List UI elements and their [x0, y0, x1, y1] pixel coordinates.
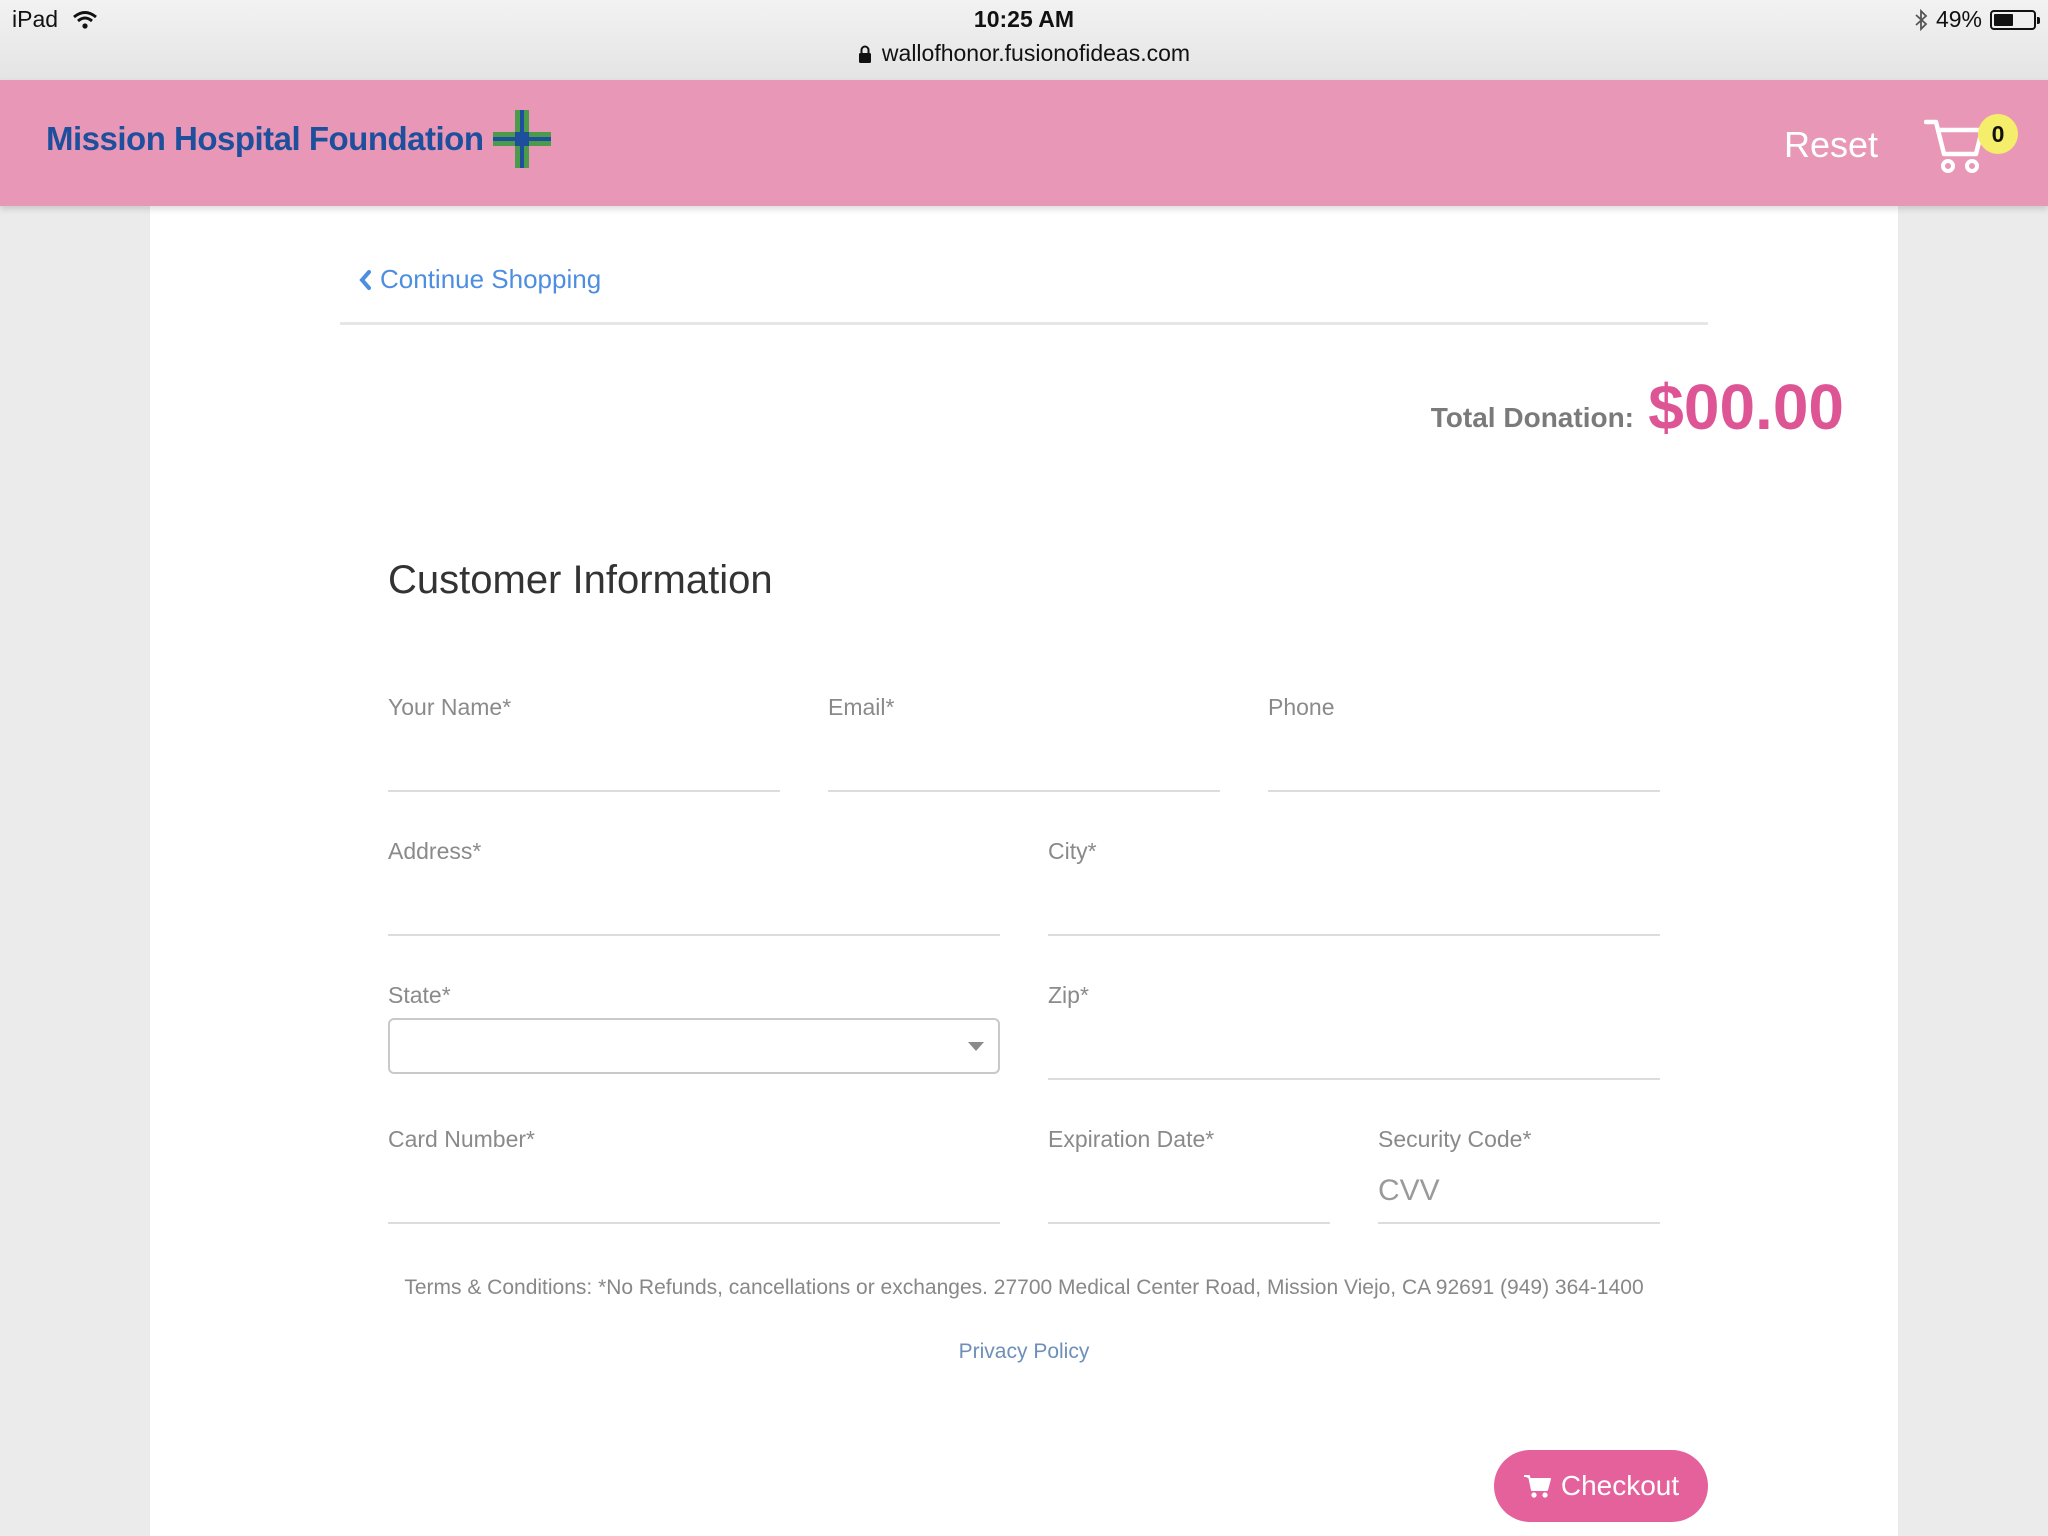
chevron-left-icon — [359, 269, 371, 290]
continue-shopping-link[interactable]: Continue Shopping — [358, 264, 601, 295]
name-label: Your Name* — [388, 694, 512, 720]
checkout-label: Checkout — [1560, 1470, 1680, 1501]
caret-down-icon — [968, 1042, 984, 1051]
cart-icon — [1523, 1475, 1551, 1498]
site-header: Mission Hospital Foundation Reset 0 — [0, 80, 2048, 206]
cart-count-badge: 0 — [1978, 114, 2018, 154]
zip-underline — [1048, 1078, 1660, 1080]
status-right: 49% — [1914, 6, 2040, 33]
address-bar[interactable]: wallofhonor.fusionofideas.com — [0, 40, 2048, 67]
battery-percent: 49% — [1935, 6, 1982, 32]
cart-icon — [1923, 119, 1985, 173]
logo[interactable]: Mission Hospital Foundation — [46, 108, 553, 170]
address-underline — [388, 934, 1000, 936]
city-input[interactable] — [1048, 880, 1660, 930]
cart-button[interactable]: 0 — [1923, 114, 2018, 186]
reset-button[interactable]: Reset — [1784, 124, 1878, 166]
expiration-label: Expiration Date* — [1048, 1126, 1215, 1152]
address-input[interactable] — [388, 880, 1000, 930]
zip-input[interactable] — [1048, 1024, 1660, 1074]
zip-label: Zip* — [1048, 982, 1089, 1008]
battery-level — [1994, 13, 2013, 26]
status-bar: iPad 10:25 AM wallofhonor.fusionofideas.… — [0, 0, 2048, 80]
email-label: Email* — [828, 694, 895, 720]
expiration-underline — [1048, 1222, 1330, 1224]
card-number-label: Card Number* — [388, 1126, 535, 1152]
clock: 10:25 AM — [973, 6, 1075, 32]
phone-underline — [1268, 790, 1660, 792]
total-donation-amount: $00.00 — [1648, 371, 1844, 443]
section-title: Customer Information — [388, 558, 773, 602]
security-code-input[interactable] — [1378, 1166, 1660, 1216]
name-underline — [388, 790, 780, 792]
card-number-underline — [388, 1222, 1000, 1224]
checkout-button[interactable]: Checkout — [1494, 1450, 1708, 1522]
city-label: City* — [1048, 838, 1097, 864]
email-underline — [828, 790, 1220, 792]
security-code-underline — [1378, 1222, 1660, 1224]
checkout-card: Continue Shopping Total Donation: $00.00… — [150, 206, 1898, 1536]
name-input[interactable] — [388, 736, 780, 786]
terms-text: Terms & Conditions: *No Refunds, cancell… — [404, 1276, 1644, 1299]
phone-input[interactable] — [1268, 736, 1660, 786]
security-code-label: Security Code* — [1378, 1126, 1532, 1152]
logo-text: Mission Hospital Foundation — [46, 120, 484, 157]
cross-logo-icon — [493, 110, 552, 168]
email-input[interactable] — [828, 736, 1220, 786]
address-label: Address* — [388, 838, 482, 864]
card-number-input[interactable] — [388, 1168, 1000, 1218]
privacy-policy-link[interactable]: Privacy Policy — [388, 1340, 1660, 1364]
bluetooth-icon — [1915, 8, 1928, 31]
url-text: wallofhonor.fusionofideas.com — [881, 40, 1191, 66]
phone-label: Phone — [1268, 694, 1335, 720]
battery-icon — [1990, 9, 2040, 30]
state-label: State* — [388, 982, 451, 1008]
expiration-input[interactable] — [1048, 1168, 1330, 1218]
city-underline — [1048, 934, 1660, 936]
state-select[interactable] — [388, 1018, 1000, 1074]
lock-icon — [858, 45, 871, 63]
divider — [340, 322, 1708, 325]
continue-shopping-label: Continue Shopping — [380, 264, 602, 294]
